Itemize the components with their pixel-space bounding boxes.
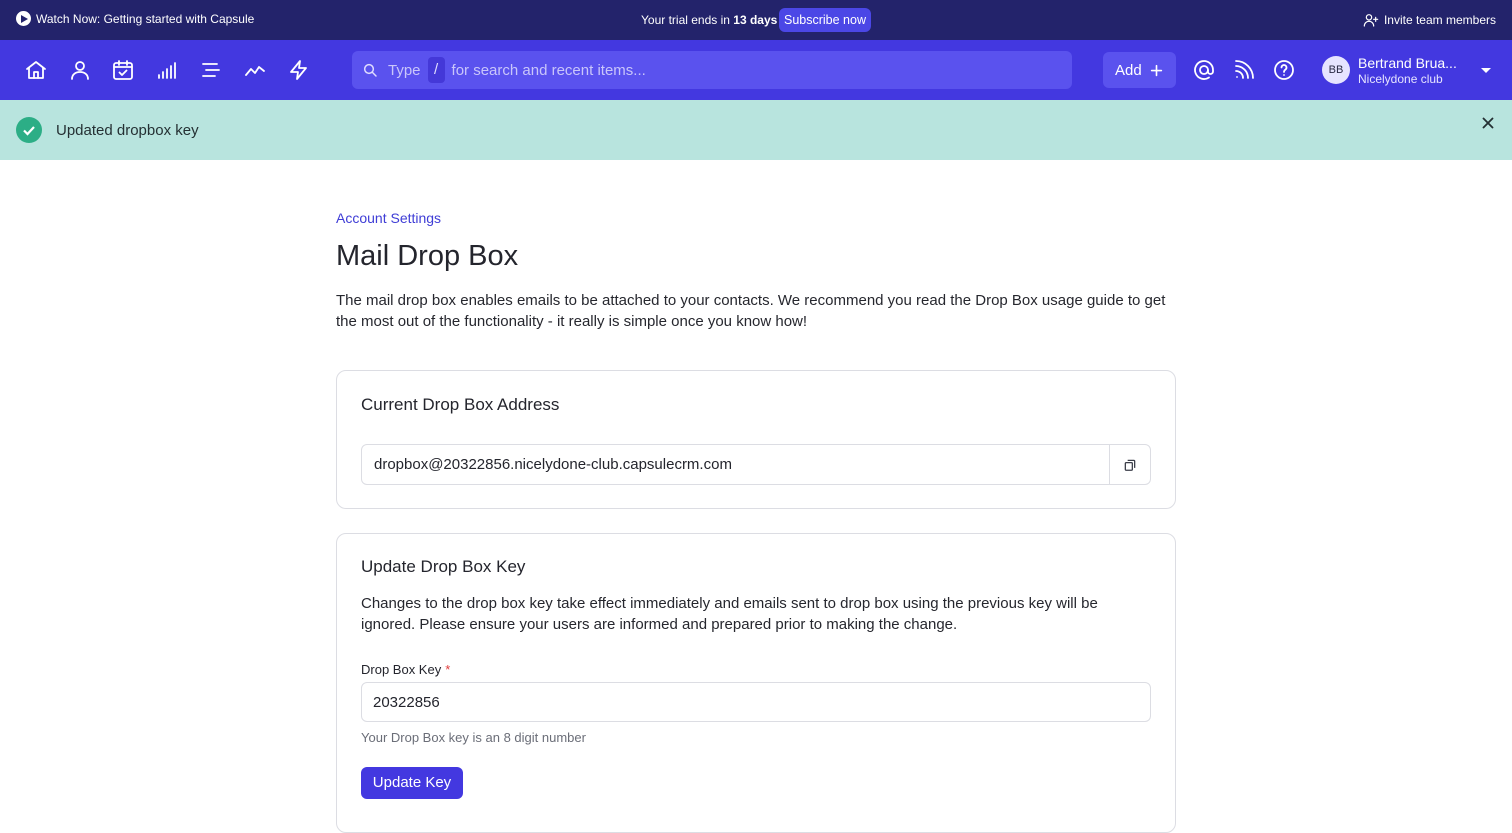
trial-prefix: Your trial ends in [641, 13, 734, 27]
page-intro: The mail drop box enables emails to be a… [336, 292, 1166, 330]
required-marker: * [445, 662, 451, 677]
add-button[interactable]: Add [1103, 52, 1176, 88]
bar-chart-icon[interactable] [155, 58, 179, 82]
copy-icon [1124, 459, 1136, 471]
banner-message: Updated dropbox key [56, 122, 199, 139]
home-icon[interactable] [24, 58, 48, 82]
close-icon[interactable] [1482, 116, 1494, 134]
success-banner: Updated dropbox key [0, 100, 1512, 160]
page-title: Mail Drop Box [336, 240, 519, 272]
chevron-down-icon[interactable] [1481, 68, 1491, 73]
copy-button[interactable] [1109, 445, 1150, 484]
user-name[interactable]: Bertrand Brua... [1358, 55, 1457, 71]
check-circle-icon [16, 117, 42, 143]
add-label: Add [1115, 61, 1142, 79]
search-prefix: Type [388, 61, 421, 79]
calendar-check-icon[interactable] [111, 58, 135, 82]
help-icon[interactable] [1272, 58, 1296, 82]
current-dropbox-card: Current Drop Box Address dropbox@2032285… [336, 370, 1176, 509]
watch-now-label: Watch Now: Getting started with Capsule [36, 11, 255, 26]
promo-bar: Watch Now: Getting started with Capsule … [0, 0, 1512, 40]
play-icon [16, 11, 31, 26]
bolt-icon[interactable] [287, 58, 311, 82]
trend-icon[interactable] [243, 58, 267, 82]
at-icon[interactable] [1192, 58, 1216, 82]
plus-icon [1150, 64, 1162, 76]
dropbox-key-input[interactable] [361, 682, 1151, 722]
breadcrumb-account-settings[interactable]: Account Settings [336, 210, 441, 226]
search-placeholder: for search and recent items... [451, 61, 646, 79]
search-shortcut-key: / [427, 57, 445, 83]
dropbox-key-label: Drop Box Key * [361, 662, 450, 677]
dropbox-key-help: Your Drop Box key is an 8 digit number [361, 730, 586, 745]
current-dropbox-heading: Current Drop Box Address [361, 395, 560, 414]
feed-icon[interactable] [1232, 58, 1256, 82]
update-key-card: Update Drop Box Key Changes to the drop … [336, 533, 1176, 833]
search-icon [363, 63, 377, 77]
invite-label: Invite team members [1383, 13, 1496, 27]
subscribe-button[interactable]: Subscribe now [779, 8, 871, 32]
dropbox-address[interactable]: dropbox@20322856.nicelydone-club.capsule… [374, 456, 732, 473]
invite-team-link[interactable]: Invite team members [1363, 12, 1496, 28]
list-icon[interactable] [199, 58, 223, 82]
add-person-icon [1363, 14, 1379, 27]
watch-now-link[interactable]: Watch Now: Getting started with Capsule [16, 11, 254, 26]
update-key-heading: Update Drop Box Key [361, 557, 526, 576]
search-bar[interactable]: Type / for search and recent items... [352, 51, 1072, 89]
dropbox-address-field: dropbox@20322856.nicelydone-club.capsule… [361, 444, 1151, 485]
user-org: Nicelydone club [1358, 72, 1443, 86]
update-key-description: Changes to the drop box key take effect … [361, 595, 1098, 633]
dropbox-key-label-text: Drop Box Key [361, 662, 442, 677]
trial-notice: Your trial ends in 13 days [641, 13, 777, 27]
person-icon[interactable] [68, 58, 92, 82]
update-key-button[interactable]: Update Key [361, 767, 463, 799]
trial-days: 13 days [733, 13, 778, 27]
user-avatar[interactable]: BB [1322, 56, 1350, 84]
main-nav: Type / for search and recent items... Ad… [0, 40, 1512, 100]
